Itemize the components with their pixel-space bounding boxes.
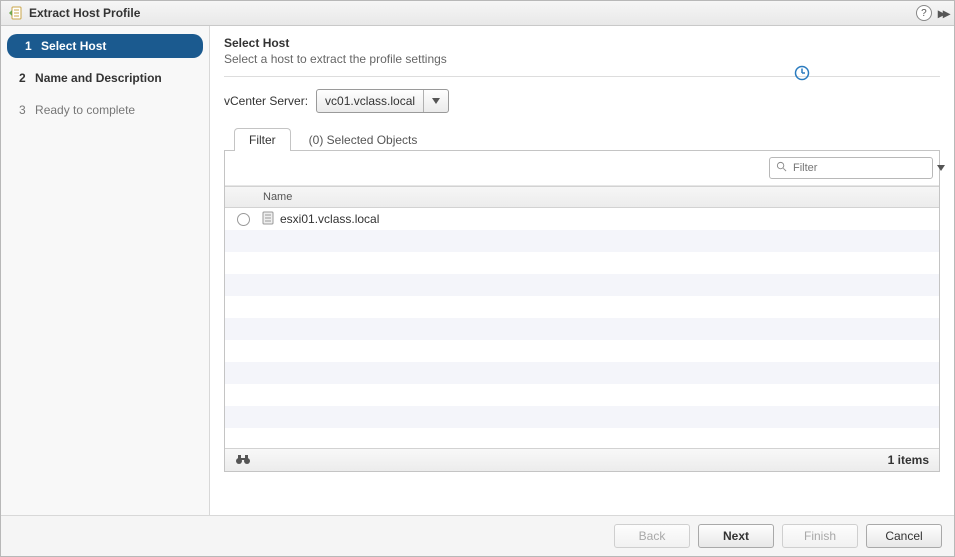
step-ready-complete: 3 Ready to complete — [1, 98, 209, 122]
table-header: Name — [225, 186, 939, 208]
page-title: Select Host — [224, 36, 940, 50]
filter-dropdown-icon[interactable] — [937, 163, 945, 174]
tab-filter[interactable]: Filter — [234, 128, 291, 151]
table-filter-input[interactable] — [769, 157, 933, 179]
binoculars-icon[interactable] — [235, 452, 251, 468]
finish-button: Finish — [782, 524, 858, 548]
host-icon — [262, 211, 274, 228]
collapse-icon[interactable]: ▸▸ — [938, 5, 948, 22]
separator — [224, 76, 940, 77]
cancel-button[interactable]: Cancel — [866, 524, 942, 548]
table-row[interactable]: esxi01.vclass.local — [225, 208, 939, 230]
wizard-steps: 1 Select Host 2 Name and Description 3 R… — [1, 26, 210, 515]
row-name: esxi01.vclass.local — [280, 212, 379, 226]
table-body: esxi01.vclass.local — [225, 208, 939, 448]
item-count: 1 items — [888, 453, 929, 467]
back-button: Back — [614, 524, 690, 548]
titlebar: Extract Host Profile ? ▸▸ — [1, 1, 954, 26]
filter-field[interactable] — [791, 161, 937, 175]
step-select-host[interactable]: 1 Select Host — [7, 34, 203, 58]
help-icon[interactable]: ? — [916, 5, 932, 21]
vcenter-server-value: vc01.vclass.local — [325, 94, 415, 108]
column-name[interactable]: Name — [263, 191, 292, 203]
page-subtitle: Select a host to extract the profile set… — [224, 52, 940, 66]
dialog-title: Extract Host Profile — [29, 6, 916, 20]
step-name-description[interactable]: 2 Name and Description — [1, 66, 209, 90]
main-content: Select Host Select a host to extract the… — [210, 26, 954, 515]
next-button[interactable]: Next — [698, 524, 774, 548]
dialog-footer: Back Next Finish Cancel — [1, 515, 954, 556]
row-radio[interactable] — [237, 213, 250, 226]
chevron-down-icon — [423, 90, 448, 112]
vcenter-server-dropdown[interactable]: vc01.vclass.local — [316, 89, 449, 113]
host-profile-icon — [7, 5, 23, 21]
loading-spinner-icon — [794, 65, 810, 84]
tab-selected-objects[interactable]: (0) Selected Objects — [295, 129, 432, 151]
host-table-panel: Name esxi01.vclass.loc — [224, 150, 940, 472]
vcenter-server-label: vCenter Server: — [224, 94, 308, 108]
search-icon — [776, 161, 787, 175]
